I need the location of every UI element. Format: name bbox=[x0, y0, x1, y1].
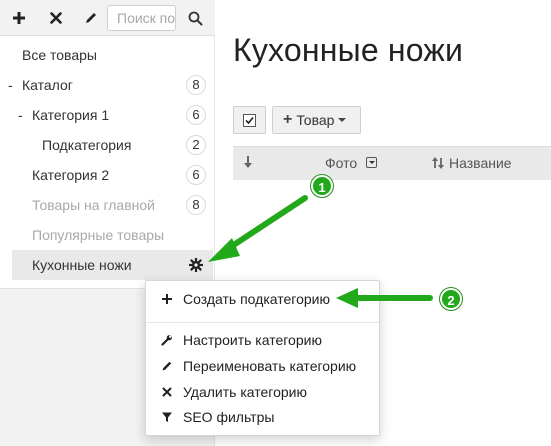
sidebar-item-label: Все товары bbox=[22, 47, 97, 63]
count-badge: 8 bbox=[186, 195, 206, 215]
sidebar-item-label: Популярные товары bbox=[32, 227, 165, 243]
category-context-menu: Создать подкатегорию Настроить категорию… bbox=[145, 280, 380, 436]
annotation-arrow-1 bbox=[208, 195, 308, 262]
product-table-header: Фото Название bbox=[233, 146, 551, 180]
menu-item-label: Настроить категорию bbox=[183, 332, 322, 348]
menu-item-label: Переименовать категорию bbox=[183, 358, 357, 374]
sidebar-item-label: Каталог bbox=[22, 77, 73, 93]
column-name[interactable]: Название bbox=[449, 155, 512, 171]
gear-icon[interactable] bbox=[189, 258, 203, 272]
sidebar-item-subcategory[interactable]: Подкатегория 2 bbox=[0, 130, 213, 160]
delete-category-button[interactable] bbox=[43, 6, 69, 30]
menu-divider bbox=[146, 322, 379, 323]
sidebar-item-featured-products[interactable]: Товары на главной 8 bbox=[0, 190, 213, 220]
sidebar-toolbar bbox=[0, 0, 215, 36]
menu-item-label: SEO фильтры bbox=[183, 409, 275, 425]
search-icon bbox=[188, 11, 202, 25]
count-badge: 8 bbox=[186, 75, 206, 95]
photo-filter-dropdown[interactable] bbox=[366, 157, 377, 168]
menu-item-label: Создать подкатегорию bbox=[183, 291, 330, 307]
collapse-toggle[interactable]: - bbox=[8, 70, 13, 100]
close-icon bbox=[50, 12, 62, 24]
caret-down-icon bbox=[338, 118, 347, 122]
menu-item-create-subcategory[interactable]: Создать подкатегорию bbox=[146, 287, 379, 311]
plus-icon: + bbox=[283, 111, 293, 128]
sidebar-item-catalog[interactable]: - Каталог 8 bbox=[0, 70, 213, 100]
menu-item-rename-category[interactable]: Переименовать категорию bbox=[146, 354, 379, 378]
menu-item-configure-category[interactable]: Настроить категорию bbox=[146, 328, 379, 352]
sort-arrow-icon[interactable] bbox=[243, 155, 253, 169]
count-badge: 6 bbox=[186, 165, 206, 185]
category-search-input[interactable] bbox=[107, 5, 176, 31]
sidebar-item-category-1[interactable]: - Категория 1 6 bbox=[0, 100, 213, 130]
close-icon bbox=[162, 387, 172, 397]
sidebar-item-kitchen-knives[interactable]: Кухонные ножи bbox=[12, 250, 213, 280]
count-badge: 6 bbox=[186, 105, 206, 125]
pencil-icon bbox=[86, 13, 96, 23]
sidebar-item-category-2[interactable]: Категория 2 6 bbox=[0, 160, 213, 190]
sidebar-item-label: Подкатегория bbox=[42, 137, 132, 153]
wrench-icon bbox=[161, 335, 172, 346]
sidebar-item-all-products[interactable]: Все товары bbox=[0, 40, 213, 70]
search-button[interactable] bbox=[177, 5, 213, 31]
sidebar-item-label: Кухонные ножи bbox=[32, 257, 132, 273]
add-product-label: Товар bbox=[296, 112, 335, 128]
add-product-dropdown[interactable]: + Товар bbox=[272, 106, 361, 134]
column-photo[interactable]: Фото bbox=[325, 155, 357, 171]
annotation-badge-2: 2 bbox=[440, 288, 462, 310]
category-sidebar: Все товары - Каталог 8 - Категория 1 6 П… bbox=[0, 0, 215, 288]
collapse-toggle[interactable]: - bbox=[18, 100, 23, 130]
add-category-button[interactable] bbox=[6, 6, 32, 30]
sidebar-item-label: Категория 2 bbox=[32, 167, 110, 183]
sidebar-item-label: Категория 1 bbox=[32, 107, 110, 123]
annotation-badge-1: 1 bbox=[311, 175, 333, 197]
sort-both-icon[interactable] bbox=[431, 156, 445, 170]
menu-item-delete-category[interactable]: Удалить категорию bbox=[146, 380, 379, 404]
plus-icon bbox=[13, 12, 25, 24]
pencil-icon bbox=[162, 361, 172, 371]
filter-icon bbox=[162, 412, 172, 422]
checkmark-icon bbox=[245, 116, 254, 124]
menu-item-seo-filters[interactable]: SEO фильтры bbox=[146, 405, 379, 429]
sidebar-item-popular-products[interactable]: Популярные товары bbox=[0, 220, 213, 250]
checkbox-icon bbox=[243, 113, 256, 127]
page-title: Кухонные ножи bbox=[233, 32, 464, 68]
menu-item-label: Удалить категорию bbox=[183, 384, 307, 400]
sidebar-item-label: Товары на главной bbox=[32, 197, 155, 213]
edit-category-button[interactable] bbox=[78, 6, 104, 30]
select-all-checkbox[interactable] bbox=[233, 106, 266, 134]
plus-icon bbox=[162, 294, 172, 304]
count-badge: 2 bbox=[186, 135, 206, 155]
